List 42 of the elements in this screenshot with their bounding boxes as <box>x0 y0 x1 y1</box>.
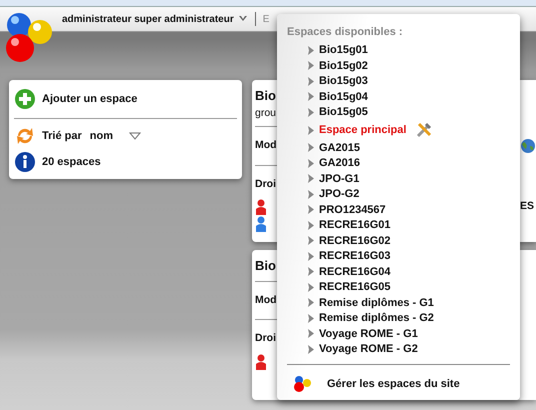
space-menu-item[interactable]: Espace principal <box>319 120 406 140</box>
card-title: Bio <box>255 87 276 105</box>
info-icon <box>14 151 36 173</box>
card-title: Bio <box>255 257 276 275</box>
member-role: ES <box>520 199 534 214</box>
space-menu-item[interactable]: Bio15g03 <box>319 74 368 89</box>
sort-label: Trié par <box>42 128 82 144</box>
space-menu-item[interactable]: GA2015 <box>319 140 360 156</box>
rights-label: Droi <box>255 177 276 192</box>
sort-value[interactable]: nom <box>90 128 113 144</box>
card-subtitle: grou <box>255 106 276 120</box>
space-menu-item[interactable]: JPO-G2 <box>319 186 360 202</box>
space-menu-item[interactable]: RECRE16G03 <box>319 248 391 264</box>
mode-label: Mod <box>255 138 277 154</box>
add-space-link[interactable]: Ajouter un espace <box>42 90 138 108</box>
menu-heading: Espaces disponibles : <box>287 25 404 40</box>
mode-label: Mod <box>255 292 277 308</box>
space-menu-item[interactable]: Bio15g05 <box>319 104 368 120</box>
space-menu-item[interactable]: Remise diplômes - G2 <box>319 310 434 326</box>
chevron-down-icon <box>238 15 248 23</box>
spaces-icon <box>293 375 313 393</box>
user-menu[interactable]: administrateur super administrateur <box>62 12 234 26</box>
add-icon <box>14 88 36 110</box>
space-menu-item[interactable]: Remise diplômes - G1 <box>319 295 434 310</box>
space-menu-item[interactable]: Bio15g02 <box>319 58 368 74</box>
space-menu-item[interactable]: PRO1234567 <box>319 202 386 218</box>
space-menu-item[interactable]: Voyage ROME - G1 <box>319 326 418 342</box>
tools-icon <box>415 121 434 139</box>
space-menu-item[interactable]: Voyage ROME - G2 <box>319 342 418 357</box>
dropdown-triangle-icon <box>128 132 141 140</box>
globe-icon <box>521 139 535 154</box>
manage-spaces-link[interactable]: Gérer les espaces du site <box>327 376 460 392</box>
space-count: 20 espaces <box>42 154 101 170</box>
space-menu-item[interactable]: RECRE16G01 <box>319 218 391 233</box>
space-menu-item[interactable]: RECRE16G04 <box>319 264 391 280</box>
space-menu-item[interactable]: Bio15g04 <box>319 89 368 104</box>
space-menu-item[interactable]: RECRE16G05 <box>319 280 391 295</box>
rights-label: Droi <box>255 331 276 346</box>
space-menu-item[interactable]: Bio15g01 <box>319 42 368 58</box>
space-menu-item[interactable]: GA2016 <box>319 156 360 171</box>
space-menu-item[interactable]: RECRE16G02 <box>319 233 391 248</box>
space-menu-item[interactable]: JPO-G1 <box>319 171 360 186</box>
